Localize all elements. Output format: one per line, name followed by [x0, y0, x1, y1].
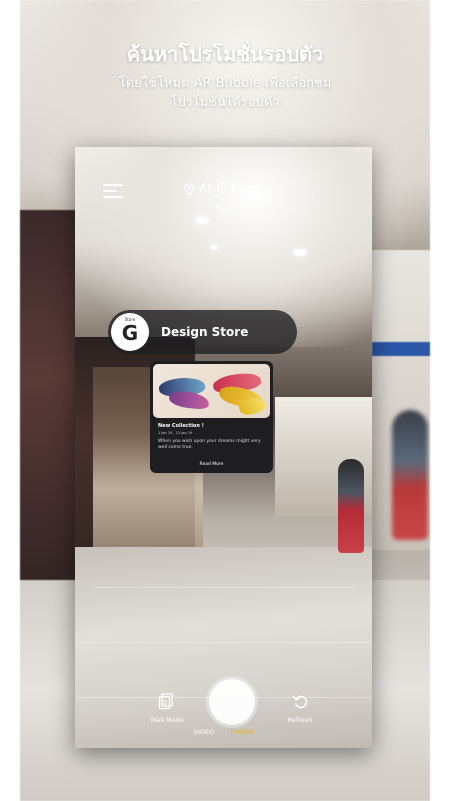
wall-mode-label: Wall Mode — [150, 716, 184, 724]
wall-mode-icon — [158, 693, 173, 710]
location-label: At G Floor — [198, 182, 264, 197]
promotion-title: New Collection ! — [158, 423, 204, 429]
header-title: ค้นหาโปรโมชั่นรอบตัว — [126, 42, 324, 66]
ceiling-light — [293, 249, 307, 256]
refresh-icon — [292, 695, 307, 709]
mode-video-tab[interactable]: VIDEO — [194, 728, 215, 736]
store-logo: Store G — [111, 313, 149, 351]
camera-child — [338, 459, 364, 553]
capture-mode-switcher: VIDEO PHOTO — [75, 728, 372, 736]
location-selector[interactable]: At G Floor — [75, 182, 372, 200]
header-subtitle-line-1: โดยใช้โหมด AR Bubble เพื่อเลือกชม — [118, 76, 332, 91]
promotion-description: When you wish upon your dreams might ver… — [158, 439, 261, 450]
camera-controls: Wall Mode Refresh VIDEO PHOTO — [75, 667, 372, 748]
promotion-card[interactable]: New Collection ! 1 Jan 19 - 12 Jan 19 Wh… — [150, 361, 273, 473]
chevron-down-icon[interactable] — [215, 204, 233, 213]
wall-mode-button[interactable]: Wall Mode — [145, 693, 189, 724]
shutter-button[interactable] — [209, 679, 255, 725]
floor-line — [75, 642, 372, 643]
promo-header: ค้นหาโปรโมชั่นรอบตัว โดยใช้โหมด AR Bubbl… — [0, 40, 450, 112]
mode-photo-tab[interactable]: PHOTO — [230, 728, 253, 736]
read-more-link[interactable]: Read More — [150, 462, 273, 467]
ar-store-bubble[interactable]: Store G Design Store — [108, 310, 297, 354]
background-sign — [372, 342, 430, 356]
header-subtitle-line-2: โปรโมชั่นได้รอบตัว — [170, 95, 280, 110]
background-person — [392, 410, 428, 540]
phone-screen: At G Floor Store G Design Store New Coll… — [75, 147, 372, 748]
location-pin-icon — [184, 183, 194, 196]
top-bar: At G Floor — [75, 177, 372, 217]
ceiling-light — [210, 245, 218, 250]
shoe-image — [168, 389, 210, 411]
refresh-label: Refresh — [287, 716, 313, 724]
header-subtitle: โดยใช้โหมด AR Bubble เพื่อเลือกชม โปรโมช… — [0, 74, 450, 112]
store-logo-letter: G — [121, 321, 139, 345]
promotion-date: 1 Jan 19 - 12 Jan 19 — [158, 431, 193, 435]
store-name: Design Store — [161, 325, 249, 339]
ceiling-light — [195, 217, 209, 224]
floor-line — [95, 587, 355, 588]
promotion-image — [153, 364, 270, 418]
refresh-button[interactable]: Refresh — [280, 693, 320, 724]
